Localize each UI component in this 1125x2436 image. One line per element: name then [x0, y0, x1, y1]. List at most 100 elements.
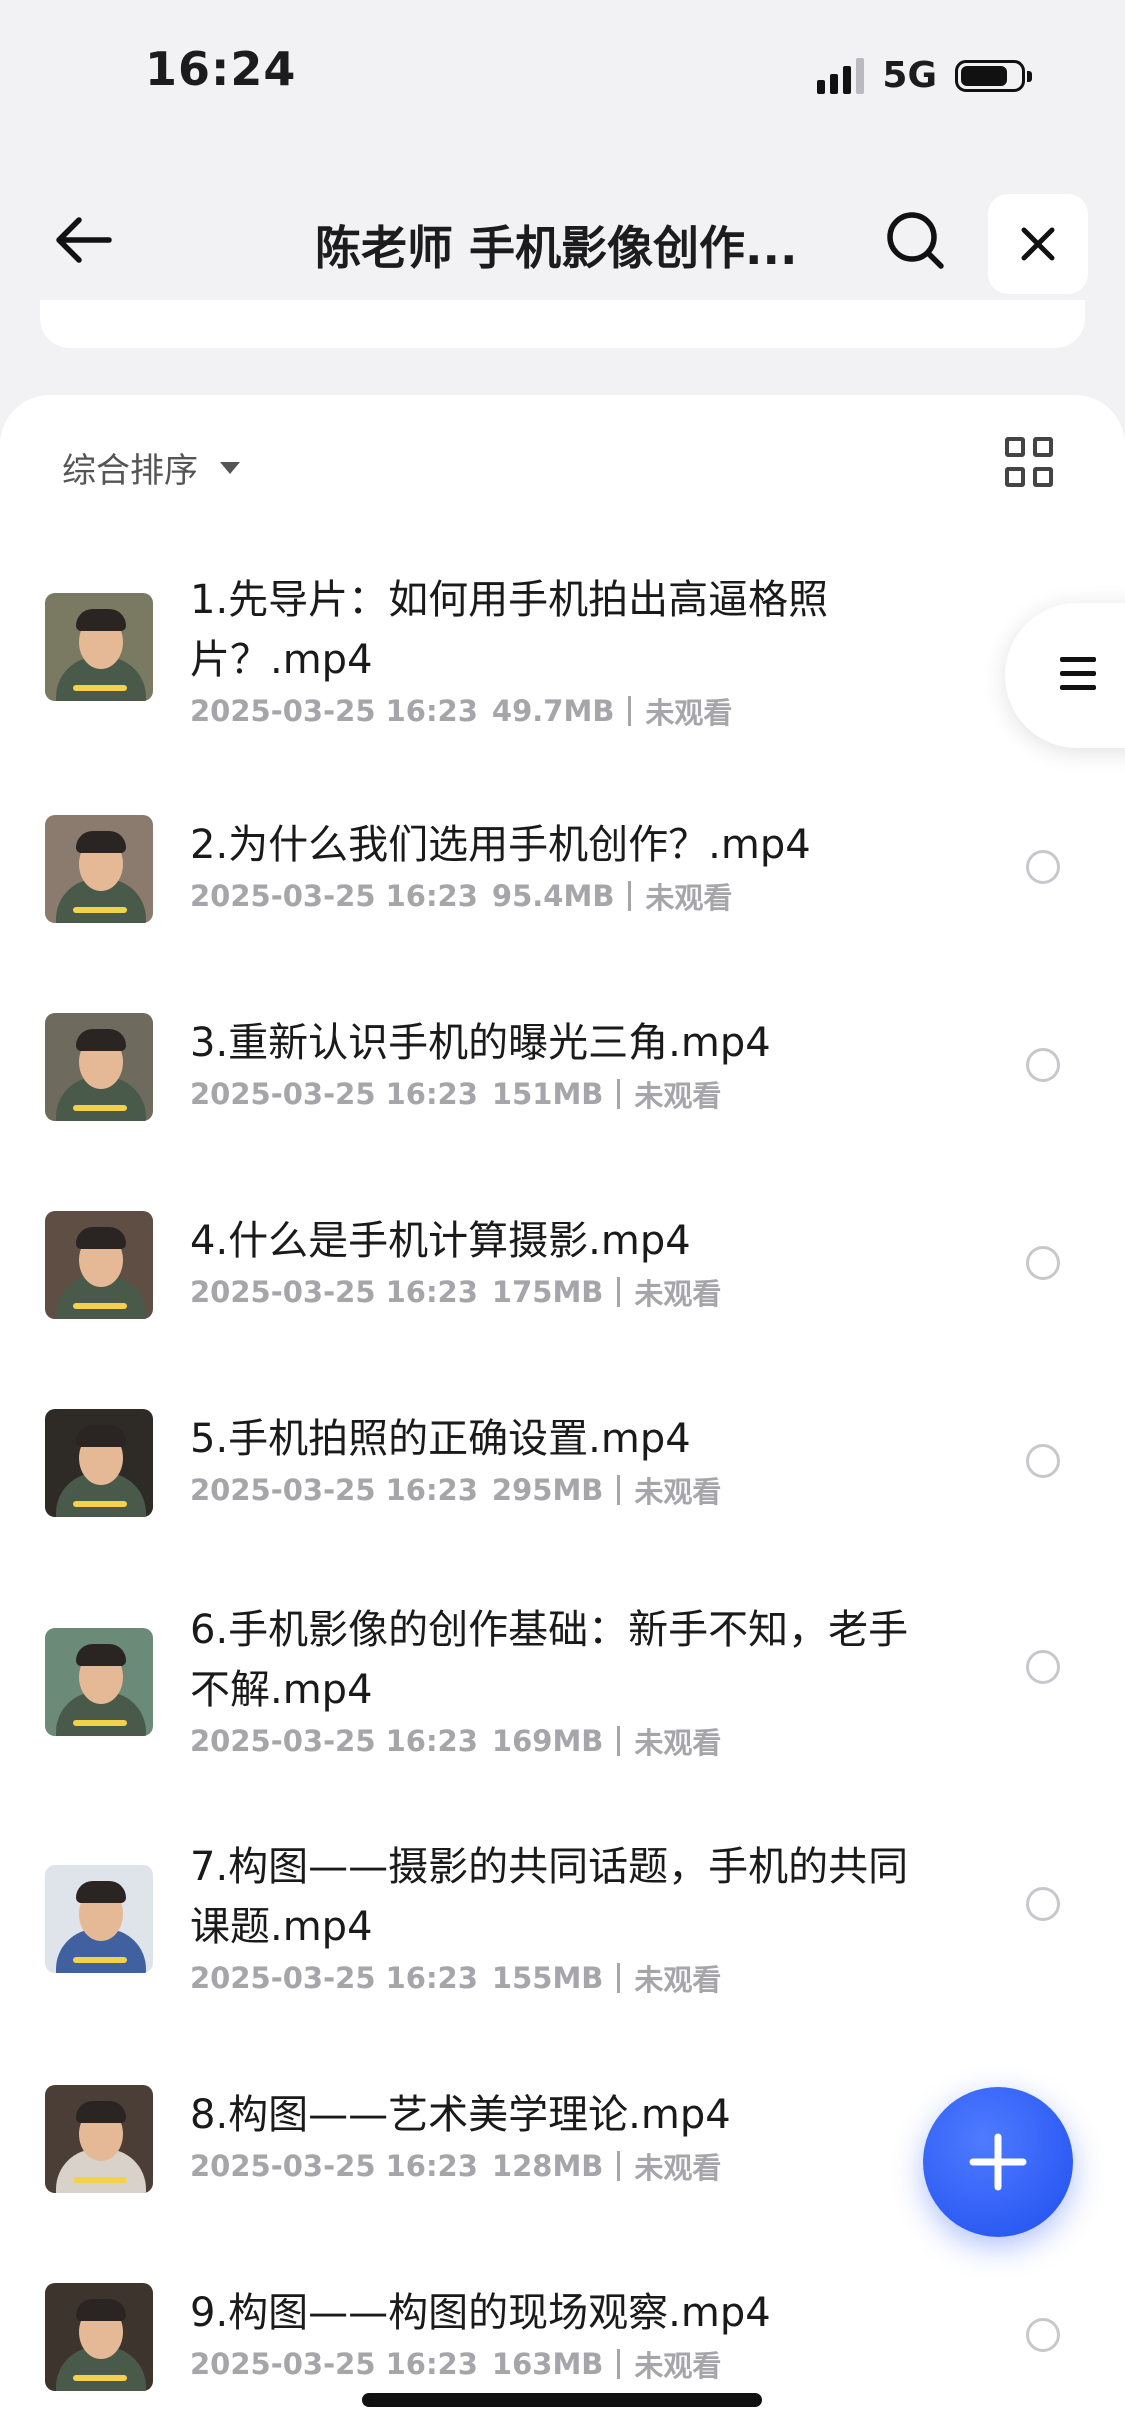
item-title: 4.什么是手机计算摄影.mp4 [190, 1218, 691, 1264]
item-size: 295MB [491, 1473, 604, 1507]
divider [628, 696, 632, 726]
add-button[interactable] [923, 2087, 1073, 2237]
status-time: 16:24 [145, 42, 297, 96]
sort-label: 综合排序 [62, 451, 198, 491]
item-date: 2025-03-25 16:23 [190, 1275, 478, 1309]
item-status: 未观看 [634, 1475, 722, 1509]
select-radio[interactable] [1026, 2318, 1060, 2352]
item-meta: 2025-03-25 16:23 49.7MB 未观看 [190, 690, 732, 732]
item-date: 2025-03-25 16:23 [190, 1724, 478, 1758]
item-title: 3.重新认识手机的曝光三角.mp4 [190, 1020, 771, 1066]
video-thumbnail [45, 1409, 153, 1517]
divider [617, 2151, 621, 2181]
video-thumbnail [45, 2283, 153, 2391]
divider [617, 1726, 621, 1756]
item-meta: 2025-03-25 16:23 169MB 未观看 [190, 1720, 721, 1762]
divider [617, 1079, 621, 1109]
home-indicator [362, 2393, 762, 2407]
item-size: 95.4MB [491, 879, 615, 913]
item-size: 169MB [491, 1724, 604, 1758]
item-date: 2025-03-25 16:23 [190, 2347, 478, 2381]
item-size: 155MB [491, 1961, 604, 1995]
item-meta: 2025-03-25 16:23 151MB 未观看 [190, 1073, 721, 1115]
item-title: 9.构图——构图的现场观察.mp4 [190, 2290, 771, 2336]
sort-dropdown[interactable]: 综合排序 [62, 443, 240, 492]
grid-icon [1005, 437, 1025, 457]
divider [617, 1963, 621, 1993]
list-item[interactable]: 4.什么是手机计算摄影.mp4 2025-03-25 16:23 175MB 未… [0, 1211, 1125, 1321]
nav-bar: 陈老师 手机影像创作... [0, 180, 1125, 300]
video-thumbnail [45, 1628, 153, 1736]
list-item[interactable]: 3.重新认识手机的曝光三角.mp4 2025-03-25 16:23 151MB… [0, 1013, 1125, 1123]
divider [617, 2349, 621, 2379]
search-icon [887, 212, 944, 269]
item-status: 未观看 [634, 1726, 722, 1760]
list-item[interactable]: 2.为什么我们选用手机创作？.mp4 2025-03-25 16:23 95.4… [0, 815, 1125, 925]
video-thumbnail [45, 593, 153, 701]
video-thumbnail [45, 815, 153, 923]
item-meta: 2025-03-25 16:23 175MB 未观看 [190, 1271, 721, 1313]
select-radio[interactable] [1026, 1444, 1060, 1478]
item-size: 49.7MB [491, 694, 615, 728]
list-item[interactable]: 9.构图——构图的现场观察.mp4 2025-03-25 16:23 163MB… [0, 2283, 1125, 2393]
item-status: 未观看 [634, 1079, 722, 1113]
video-thumbnail [45, 1865, 153, 1973]
item-date: 2025-03-25 16:23 [190, 2149, 478, 2183]
select-radio[interactable] [1026, 850, 1060, 884]
back-button[interactable] [48, 205, 118, 275]
item-title: 2.为什么我们选用手机创作？.mp4 [190, 822, 811, 868]
select-radio[interactable] [1026, 1887, 1060, 1921]
arrow-left-icon [56, 217, 112, 263]
item-meta: 2025-03-25 16:23 128MB 未观看 [190, 2145, 721, 2187]
list-item[interactable]: 5.手机拍照的正确设置.mp4 2025-03-25 16:23 295MB 未… [0, 1409, 1125, 1519]
item-meta: 2025-03-25 16:23 295MB 未观看 [190, 1469, 721, 1511]
close-button[interactable] [988, 194, 1088, 294]
item-size: 175MB [491, 1275, 604, 1309]
item-meta: 2025-03-25 16:23 95.4MB 未观看 [190, 875, 732, 917]
item-date: 2025-03-25 16:23 [190, 1077, 478, 1111]
menu-icon [1060, 657, 1096, 699]
item-status: 未观看 [634, 2151, 722, 2185]
video-thumbnail [45, 1211, 153, 1319]
item-size: 163MB [491, 2347, 604, 2381]
item-date: 2025-03-25 16:23 [190, 694, 478, 728]
list-item[interactable]: 6.手机影像的创作基础：新手不知，老手不解.mp4 2025-03-25 16:… [0, 1600, 1125, 1770]
list-item[interactable]: 1.先导片：如何用手机拍出高逼格照片？.mp4 2025-03-25 16:23… [0, 570, 1125, 740]
item-title: 8.构图——艺术美学理论.mp4 [190, 2092, 731, 2138]
close-icon [1021, 227, 1055, 261]
status-bar: 16:24 5G [0, 0, 1125, 150]
item-title: 6.手机影像的创作基础：新手不知，老手不解.mp4 [190, 1607, 909, 1713]
grid-view-button[interactable] [1005, 437, 1057, 489]
item-date: 2025-03-25 16:23 [190, 879, 478, 913]
search-button[interactable] [880, 205, 950, 275]
page-title: 陈老师 手机影像创作... [315, 221, 798, 275]
item-title: 7.构图——摄影的共同话题，手机的共同课题.mp4 [190, 1844, 909, 1950]
network-label: 5G [882, 55, 937, 96]
select-radio[interactable] [1026, 1048, 1060, 1082]
header-card-edge [40, 300, 1085, 348]
video-thumbnail [45, 2085, 153, 2193]
caret-down-icon [220, 461, 240, 474]
item-status: 未观看 [634, 1963, 722, 1997]
signal-icon [817, 57, 865, 94]
item-date: 2025-03-25 16:23 [190, 1473, 478, 1507]
divider [628, 881, 632, 911]
item-title: 1.先导片：如何用手机拍出高逼格照片？.mp4 [190, 577, 829, 683]
divider [617, 1277, 621, 1307]
item-status: 未观看 [645, 881, 733, 915]
item-status: 未观看 [634, 1277, 722, 1311]
select-radio[interactable] [1026, 1246, 1060, 1280]
status-icons: 5G [817, 55, 1032, 96]
item-status: 未观看 [645, 696, 733, 730]
video-thumbnail [45, 1013, 153, 1121]
item-status: 未观看 [634, 2349, 722, 2383]
divider [617, 1475, 621, 1505]
item-title: 5.手机拍照的正确设置.mp4 [190, 1416, 691, 1462]
select-radio[interactable] [1026, 1650, 1060, 1684]
item-size: 151MB [491, 1077, 604, 1111]
item-meta: 2025-03-25 16:23 163MB 未观看 [190, 2343, 721, 2385]
item-size: 128MB [491, 2149, 604, 2183]
list-item[interactable]: 7.构图——摄影的共同话题，手机的共同课题.mp4 2025-03-25 16:… [0, 1837, 1125, 2007]
item-meta: 2025-03-25 16:23 155MB 未观看 [190, 1957, 721, 1999]
battery-icon [955, 59, 1032, 92]
